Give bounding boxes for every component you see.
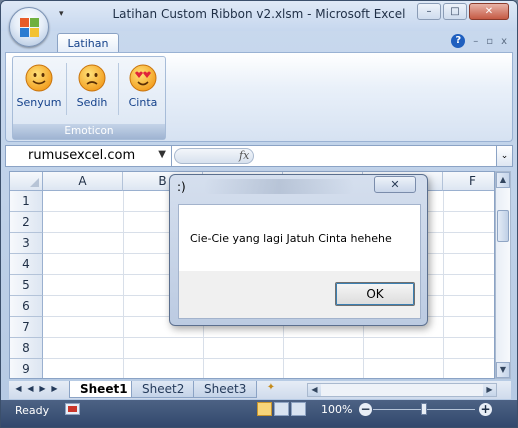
cinta-label: Cinta (128, 96, 158, 109)
dialog-title: :) (177, 180, 186, 194)
ribbon-controls: ? – ▫ x (451, 34, 507, 48)
message-dialog: :) ✕ Cie-Cie yang lagi Jatuh Cinta heheh… (169, 174, 428, 326)
name-box-value: rumusexcel.com (28, 148, 136, 163)
row-header[interactable]: 5 (10, 275, 43, 296)
scroll-right-icon[interactable]: ▶ (483, 384, 496, 396)
zoom-level[interactable]: 100% (321, 403, 352, 416)
scroll-up-icon[interactable]: ▲ (496, 172, 510, 188)
cinta-button[interactable]: Cinta (119, 59, 167, 119)
help-icon[interactable]: ? (451, 34, 466, 48)
name-box[interactable]: rumusexcel.com ▼ (6, 146, 172, 166)
minimize-button[interactable]: – (417, 3, 441, 20)
sedih-button[interactable]: Sedih (68, 59, 116, 119)
workbook-close-icon[interactable]: x (501, 36, 507, 47)
smile-face-icon (25, 64, 53, 92)
zoom-slider-thumb[interactable] (421, 403, 427, 415)
love-face-icon (129, 64, 157, 92)
ribbon-group-emoticon: Senyum Sedih Cinta Emoticon (12, 56, 166, 140)
macro-record-icon[interactable] (65, 403, 80, 415)
ribbon-tab-row: Latihan ? – ▫ x (1, 31, 517, 54)
gridline (123, 191, 124, 378)
dialog-ok-button[interactable]: OK (335, 282, 415, 306)
senyum-label: Senyum (16, 96, 62, 109)
insert-function-icon[interactable]: fx (239, 149, 249, 162)
dialog-message-area: Cie-Cie yang lagi Jatuh Cinta hehehe (179, 205, 420, 271)
status-bar: Ready 100% − + (1, 400, 517, 427)
office-logo-icon (20, 18, 40, 38)
title-bar: ▾ Latihan Custom Ribbon v2.xlsm - Micros… (1, 1, 517, 31)
row-header[interactable]: 1 (10, 191, 43, 212)
page-layout-view-icon[interactable] (274, 402, 289, 416)
dialog-body: Cie-Cie yang lagi Jatuh Cinta hehehe OK (178, 204, 421, 319)
row-header[interactable]: 7 (10, 317, 43, 338)
senyum-button[interactable]: Senyum (15, 59, 63, 119)
tab-latihan[interactable]: Latihan (57, 33, 119, 54)
excel-window: ▾ Latihan Custom Ribbon v2.xlsm - Micros… (0, 0, 518, 428)
select-all-corner[interactable] (10, 172, 43, 191)
sheet-tab-sheet1[interactable]: Sheet1 (69, 381, 139, 398)
row-header[interactable]: 6 (10, 296, 43, 317)
row-header[interactable]: 4 (10, 254, 43, 275)
column-header[interactable]: F (443, 172, 494, 191)
expand-formula-bar-icon[interactable]: ⌄ (496, 146, 512, 166)
row-header[interactable]: 8 (10, 338, 43, 359)
group-separator (66, 63, 67, 115)
zoom-out-icon[interactable]: − (359, 403, 372, 416)
dialog-title-glass (204, 179, 354, 194)
formula-buttons: fx (174, 148, 254, 164)
gridline (443, 191, 444, 378)
group-label-emoticon: Emoticon (13, 124, 165, 139)
sheet-tab-sheet3[interactable]: Sheet3 (193, 381, 258, 398)
dialog-message: Cie-Cie yang lagi Jatuh Cinta hehehe (190, 232, 392, 245)
row-header[interactable]: 9 (10, 359, 43, 378)
maximize-button[interactable]: □ (443, 3, 467, 20)
page-break-view-icon[interactable] (291, 402, 306, 416)
last-sheet-icon[interactable]: ▶ (49, 384, 60, 393)
workbook-minimize-icon[interactable]: – (473, 36, 478, 47)
column-header[interactable]: A (43, 172, 123, 191)
scroll-left-icon[interactable]: ◀ (308, 384, 321, 396)
ribbon: Senyum Sedih Cinta Emoticon (5, 52, 513, 142)
scroll-down-icon[interactable]: ▼ (496, 362, 510, 378)
office-button[interactable] (9, 7, 49, 47)
name-box-dropdown-icon[interactable]: ▼ (158, 149, 166, 160)
sheet-tab-sheet2[interactable]: Sheet2 (131, 381, 196, 398)
workbook-restore-icon[interactable]: ▫ (486, 36, 493, 47)
next-sheet-icon[interactable]: ▶ (37, 384, 48, 393)
vertical-scrollbar[interactable]: ▲ ▼ (495, 171, 511, 379)
view-buttons (257, 402, 306, 416)
zoom-in-icon[interactable]: + (479, 403, 492, 416)
horizontal-scrollbar[interactable]: ◀ ▶ (307, 383, 497, 397)
status-ready: Ready (15, 404, 50, 417)
vertical-scroll-thumb[interactable] (497, 210, 509, 242)
formula-bar: rumusexcel.com ▼ fx ⌄ (5, 145, 513, 167)
gridline (43, 358, 494, 359)
insert-sheet-icon[interactable]: ✦ (263, 382, 279, 396)
window-controls: – □ ✕ (417, 3, 509, 20)
normal-view-icon[interactable] (257, 402, 272, 416)
row-header[interactable]: 3 (10, 233, 43, 254)
first-sheet-icon[interactable]: ◀ (13, 384, 24, 393)
dialog-close-button[interactable]: ✕ (374, 176, 416, 193)
close-button[interactable]: ✕ (469, 3, 509, 20)
sedih-label: Sedih (76, 96, 108, 109)
row-header[interactable]: 2 (10, 212, 43, 233)
sad-face-icon (78, 64, 106, 92)
prev-sheet-icon[interactable]: ◀ (25, 384, 36, 393)
sheet-tab-row: ◀ ◀ ▶ ▶ Sheet1 Sheet2 Sheet3 ✦ ◀ ▶ (9, 381, 511, 399)
gridline (43, 337, 494, 338)
